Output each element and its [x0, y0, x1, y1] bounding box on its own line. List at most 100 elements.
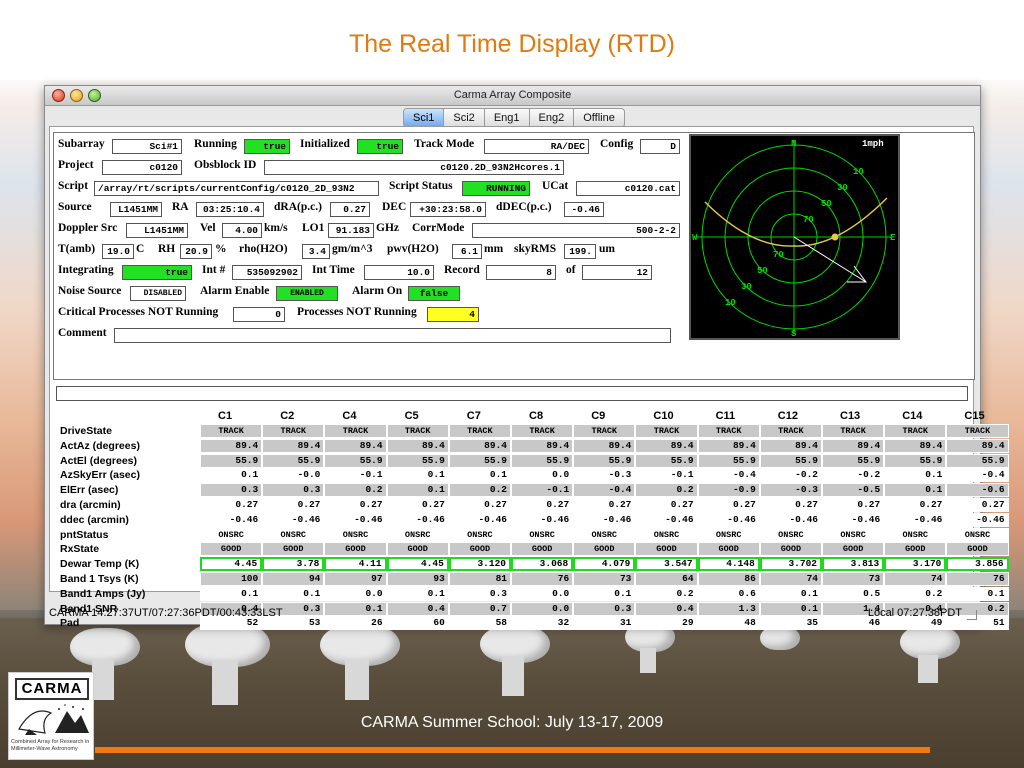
table-cell: 0.3	[448, 586, 511, 601]
tab-eng1[interactable]: Eng1	[485, 109, 530, 127]
skyrms-value: 199.	[564, 244, 596, 259]
table-cell: GOOD	[448, 542, 511, 557]
polar-west-label: W	[692, 233, 698, 243]
column-header-c14: C14	[902, 410, 923, 422]
table-cell: TRACK	[573, 424, 636, 438]
column-header-c1: C1	[218, 410, 233, 422]
running-label: Running	[194, 138, 237, 150]
table-cell: 89.4	[697, 438, 760, 453]
alarm-on-value: false	[408, 286, 460, 301]
resize-grip-icon[interactable]	[967, 610, 977, 620]
table-cell: TRACK	[324, 424, 387, 438]
table-cell: 0.27	[324, 498, 387, 512]
ddec-value: -0.46	[564, 202, 604, 217]
table-cell: -0.6	[946, 483, 1009, 498]
table-cell: 0.0	[511, 586, 574, 601]
noise-source-value: DISABLED	[130, 286, 186, 301]
table-cell: 0.27	[386, 498, 449, 512]
table-cell: 0.1	[262, 586, 325, 601]
rtd-window: Carma Array Composite Sci1 Sci2 Eng1 Eng…	[44, 85, 1009, 631]
table-cell: 89.4	[262, 438, 325, 453]
row-label: Band 1 Tsys (K)	[60, 573, 139, 585]
row-label: RxState	[60, 543, 100, 556]
initialized-label: Initialized	[300, 138, 350, 150]
skyrms-unit: um	[599, 243, 615, 255]
table-cell: 55.9	[386, 453, 449, 468]
table-cell: 89.4	[448, 438, 511, 453]
wind-speed-label: 1mph	[862, 139, 884, 149]
table-cell: 94	[262, 572, 325, 586]
script-label: Script	[58, 180, 89, 192]
skyrms-label: skyRMS	[514, 243, 557, 255]
polar-ring-label-top: 10	[853, 167, 864, 177]
table-cell: 0.1	[448, 468, 511, 483]
ucat-value: c0120.cat	[576, 181, 680, 196]
table-cell: 0.27	[511, 498, 574, 512]
table-cell: 4.45	[386, 557, 449, 572]
column-header-c13: C13	[840, 410, 861, 422]
tamb-unit: C	[136, 243, 145, 255]
table-cell: -0.46	[448, 512, 511, 527]
table-cell: TRACK	[262, 424, 325, 438]
lo1-unit: GHz	[376, 222, 399, 234]
table-cell: GOOD	[946, 542, 1009, 557]
dec-value: +30:23:58.0	[410, 202, 486, 217]
table-cell: 4.45	[200, 557, 263, 572]
antenna-stand-image	[345, 660, 369, 700]
initialized-value: true	[357, 139, 403, 154]
table-cell: 73	[573, 572, 636, 586]
row-label: Dewar Temp (K)	[60, 558, 140, 571]
table-cell: 0.2	[635, 586, 698, 601]
obsblock-label: Obsblock ID	[194, 159, 257, 171]
table-cell: 0.27	[759, 498, 822, 512]
table-cell: TRACK	[822, 424, 885, 438]
table-cell: ONSRC	[262, 527, 325, 542]
rho-unit: gm/m^3	[332, 243, 373, 255]
table-cell: -0.46	[822, 512, 885, 527]
row-label: dra (arcmin)	[60, 499, 121, 511]
table-cell: 74	[884, 572, 947, 586]
status-time-left: CARMA 14:27:37UT/07:27:36PDT/00:43:33LST	[49, 607, 283, 619]
processes-value: 4	[427, 307, 479, 322]
dra-label: dRA(p.c.)	[274, 201, 322, 213]
table-cell: 55.9	[324, 453, 387, 468]
tab-eng2[interactable]: Eng2	[530, 109, 575, 127]
window-titlebar[interactable]: Carma Array Composite	[45, 86, 980, 106]
table-cell: ONSRC	[324, 527, 387, 542]
table-cell: GOOD	[324, 542, 387, 557]
running-value: true	[244, 139, 290, 154]
of-label: of	[566, 264, 576, 276]
table-cell: 0.27	[697, 498, 760, 512]
table-cell: 55.9	[448, 453, 511, 468]
ra-value: 03:25:10.4	[196, 202, 264, 217]
table-cell: ONSRC	[386, 527, 449, 542]
table-cell: 3.120	[448, 557, 511, 572]
tab-sci1[interactable]: Sci1	[404, 109, 445, 127]
table-cell: 0.1	[946, 586, 1009, 601]
table-cell: -0.1	[635, 468, 698, 483]
table-cell: -0.46	[884, 512, 947, 527]
comment-field[interactable]	[114, 328, 671, 343]
int-num-value: 535092902	[232, 265, 302, 280]
table-cell: 55.9	[635, 453, 698, 468]
doppler-label: Doppler Src	[58, 222, 118, 234]
column-header-c8: C8	[529, 410, 544, 422]
tab-offline[interactable]: Offline	[574, 109, 624, 127]
config-label: Config	[600, 138, 634, 150]
table-cell: -0.4	[573, 483, 636, 498]
tab-sci2[interactable]: Sci2	[444, 109, 485, 127]
table-cell: -0.9	[697, 483, 760, 498]
table-cell: -0.46	[324, 512, 387, 527]
table-cell: 0.6	[697, 586, 760, 601]
column-header-c4: C4	[342, 410, 357, 422]
rh-value: 20.9	[180, 244, 212, 259]
table-cell: 64	[635, 572, 698, 586]
table-cell: 0.5	[822, 586, 885, 601]
table-cell: 0.3	[200, 483, 263, 498]
integrating-label: Integrating	[58, 264, 114, 276]
table-cell: 3.068	[511, 557, 574, 572]
table-cell: ONSRC	[884, 527, 947, 542]
record-value: 8	[486, 265, 556, 280]
table-cell: TRACK	[635, 424, 698, 438]
config-value: D	[640, 139, 680, 154]
